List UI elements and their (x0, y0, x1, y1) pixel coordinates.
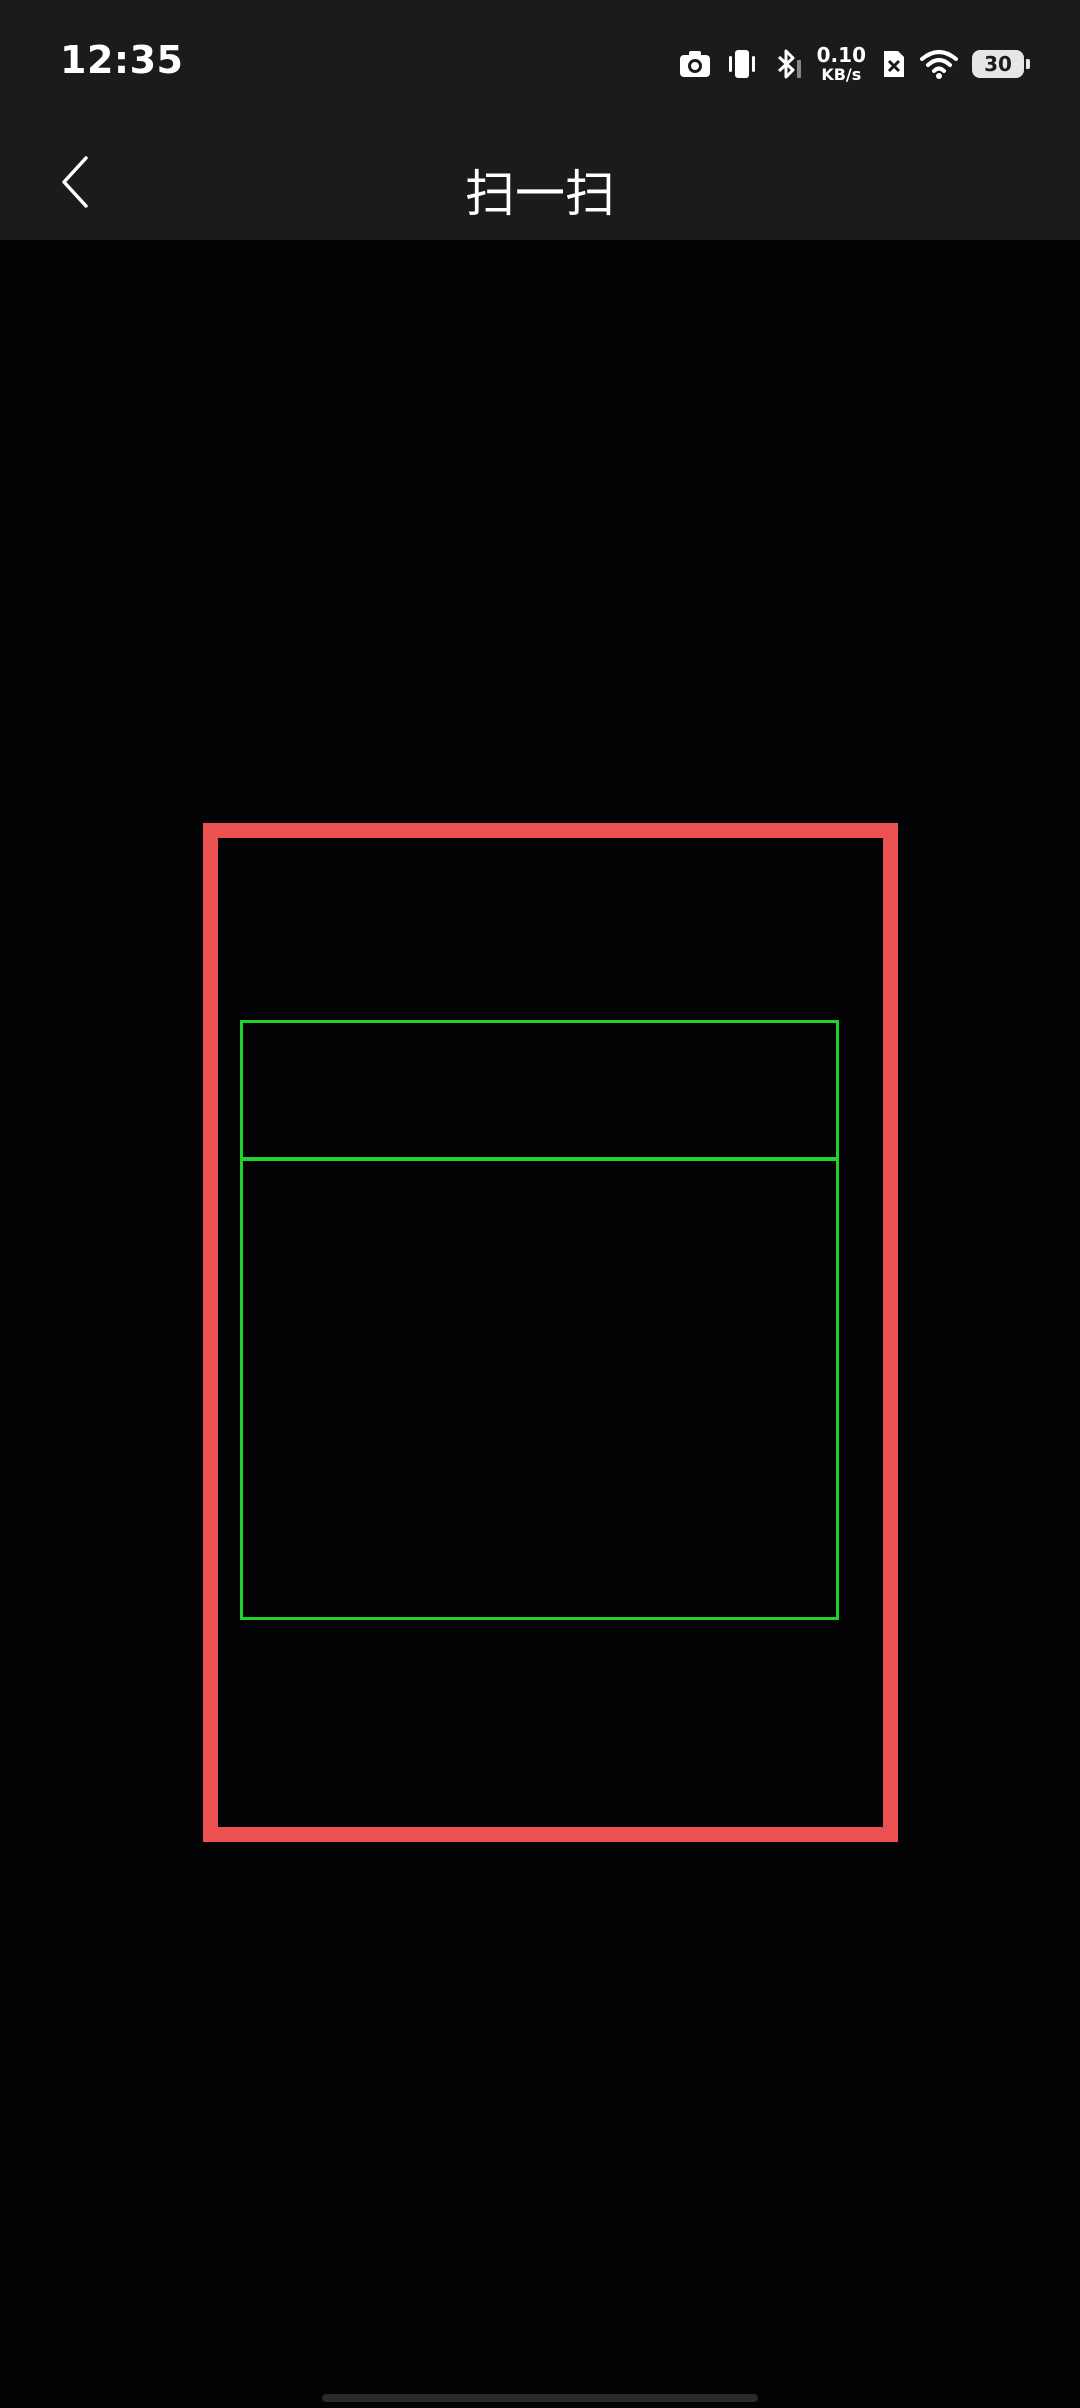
net-speed-unit: KB/s (821, 65, 862, 84)
detection-box-bottom (240, 1158, 839, 1620)
status-time: 12:35 (60, 38, 184, 82)
wifi-icon (920, 49, 958, 79)
battery-level: 30 (984, 52, 1012, 76)
home-indicator[interactable] (322, 2394, 758, 2402)
net-speed-value: 0.10 (816, 43, 866, 67)
net-speed: 0.10 KB/s (817, 45, 866, 83)
sim-error-icon (880, 49, 906, 79)
status-icons: 0.10 KB/s 30 (679, 38, 1030, 90)
app-header: 扫一扫 (0, 128, 1080, 240)
camera-preview[interactable] (0, 240, 1080, 2408)
camera-icon (679, 50, 711, 78)
bluetooth-icon (773, 48, 803, 80)
battery-icon: 30 (972, 50, 1030, 78)
vibrate-icon (725, 49, 759, 79)
detection-box-top (240, 1020, 839, 1160)
status-bar: 12:35 0.10 KB/s 30 (0, 0, 1080, 128)
page-title: 扫一扫 (465, 165, 615, 223)
